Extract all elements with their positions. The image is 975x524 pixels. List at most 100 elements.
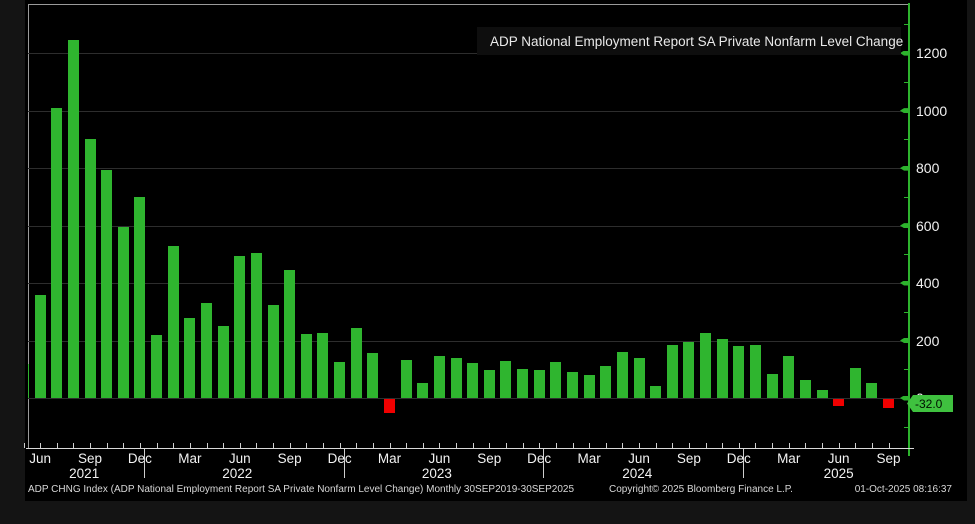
ylabel-200: 200 bbox=[916, 334, 939, 348]
xtick-2024-08 bbox=[672, 443, 673, 448]
xlabel-2024-12: Dec bbox=[727, 452, 751, 466]
legend[interactable]: ADP National Employment Report SA Privat… bbox=[477, 27, 901, 55]
xtick-2023-07 bbox=[456, 443, 457, 448]
xtick-2021-06 bbox=[40, 443, 41, 448]
xtick-2022-03 bbox=[190, 443, 191, 448]
xtick-2022-04 bbox=[207, 443, 208, 448]
bar-2023-08 bbox=[467, 363, 478, 398]
bar-2021-07 bbox=[51, 108, 62, 398]
xtick-2023-02 bbox=[373, 443, 374, 448]
xtick-2023-12 bbox=[539, 443, 540, 448]
xtick-2024-05 bbox=[622, 443, 623, 448]
xlabel-2022-09: Sep bbox=[278, 452, 302, 466]
xtick-2024-03 bbox=[589, 443, 590, 448]
bar-2023-03 bbox=[384, 399, 395, 413]
bar-2023-11 bbox=[517, 369, 528, 398]
xtick-2021-10 bbox=[107, 443, 108, 448]
bar-2022-03 bbox=[184, 318, 195, 399]
xtick-2021-09 bbox=[90, 443, 91, 448]
ylabel-400: 400 bbox=[916, 276, 939, 290]
bar-2024-07 bbox=[650, 386, 661, 398]
bar-2023-10 bbox=[500, 361, 511, 398]
bloomberg-chart-panel: 020040060080010001200 JunSepDecMarJunSep… bbox=[0, 0, 975, 524]
year-label-2022: 2022 bbox=[222, 467, 252, 481]
xtick-2022-02 bbox=[173, 443, 174, 448]
bar-2021-06 bbox=[35, 295, 46, 399]
bar-2025-06 bbox=[833, 399, 844, 406]
bar-2023-04 bbox=[401, 360, 412, 398]
xlabel-2022-06: Jun bbox=[229, 452, 251, 466]
xtick-2025-09 bbox=[889, 443, 890, 448]
y-axis bbox=[908, 3, 910, 456]
right-margin bbox=[967, 0, 975, 524]
xtick-2024-10 bbox=[706, 443, 707, 448]
bar-2023-12 bbox=[534, 370, 545, 398]
bar-2022-04 bbox=[201, 303, 212, 398]
xtick-2023-08 bbox=[473, 443, 474, 448]
xtick-2025-01 bbox=[755, 443, 756, 448]
xtick-2022-05 bbox=[223, 443, 224, 448]
xtick-2022-12 bbox=[340, 443, 341, 448]
xtick-2021-07 bbox=[57, 443, 58, 448]
ytick-minor-300 bbox=[904, 312, 909, 313]
bar-2023-01 bbox=[351, 328, 362, 398]
bar-2025-09 bbox=[883, 399, 894, 408]
xtick-2024-11 bbox=[722, 443, 723, 448]
xtick-2024-09 bbox=[689, 443, 690, 448]
xtick-2025-03 bbox=[789, 443, 790, 448]
xlabel-2023-03: Mar bbox=[378, 452, 401, 466]
bar-2022-05 bbox=[218, 326, 229, 398]
xlabel-2024-03: Mar bbox=[577, 452, 600, 466]
xtick-2023-06 bbox=[439, 443, 440, 448]
xlabel-2023-12: Dec bbox=[527, 452, 551, 466]
bar-2022-08 bbox=[268, 305, 279, 398]
bar-2024-11 bbox=[717, 339, 728, 399]
xtick-2025-07 bbox=[855, 443, 856, 448]
bar-2022-09 bbox=[284, 270, 295, 398]
bar-2024-06 bbox=[634, 358, 645, 398]
xlabel-2021-12: Dec bbox=[128, 452, 152, 466]
footer-copyright: Copyright© 2025 Bloomberg Finance L.P. bbox=[609, 484, 793, 496]
footer-timestamp: 01-Oct-2025 08:16:37 bbox=[855, 484, 952, 496]
xtick-2025-05 bbox=[822, 443, 823, 448]
ytick-minor-100 bbox=[904, 369, 909, 370]
footer-ticker-description: ADP CHNG Index (ADP National Employment … bbox=[28, 484, 574, 496]
xtick-2022-01 bbox=[157, 443, 158, 448]
xtick-2024-12 bbox=[739, 443, 740, 448]
xtick-2024-04 bbox=[606, 443, 607, 448]
bar-2024-01 bbox=[550, 362, 561, 398]
bar-2022-12 bbox=[334, 362, 345, 398]
bar-2023-05 bbox=[417, 383, 428, 398]
xlabel-2023-06: Jun bbox=[429, 452, 451, 466]
year-label-2021: 2021 bbox=[69, 467, 99, 481]
bar-2022-02 bbox=[168, 246, 179, 398]
bar-2023-07 bbox=[451, 358, 462, 398]
bar-2025-04 bbox=[800, 380, 811, 398]
bar-2023-06 bbox=[434, 356, 445, 398]
xlabel-2022-12: Dec bbox=[328, 452, 352, 466]
ytick-minor-1300 bbox=[904, 24, 909, 25]
xlabel-2023-09: Sep bbox=[477, 452, 501, 466]
xtick-2023-04 bbox=[406, 443, 407, 448]
bar-2022-07 bbox=[251, 253, 262, 398]
plot-area[interactable] bbox=[28, 0, 909, 448]
year-label-2024: 2024 bbox=[622, 467, 652, 481]
footer-bar: ADP CHNG Index (ADP National Employment … bbox=[0, 484, 975, 498]
xtick-2025-04 bbox=[805, 443, 806, 448]
bar-2021-11 bbox=[118, 227, 129, 398]
xtick-2022-08 bbox=[273, 443, 274, 448]
bar-2025-02 bbox=[767, 374, 778, 398]
bar-2024-10 bbox=[700, 333, 711, 398]
xtick-2024-06 bbox=[639, 443, 640, 448]
xtick-2023-03 bbox=[390, 443, 391, 448]
bar-2023-09 bbox=[484, 370, 495, 398]
xlabel-2022-03: Mar bbox=[178, 452, 201, 466]
xtick-2021-08 bbox=[73, 443, 74, 448]
bar-2024-04 bbox=[600, 366, 611, 398]
bar-2024-09 bbox=[683, 342, 694, 398]
xlabel-2021-09: Sep bbox=[78, 452, 102, 466]
xtick-2025-02 bbox=[772, 443, 773, 448]
xtick-2024-02 bbox=[573, 443, 574, 448]
year-label-2025: 2025 bbox=[824, 467, 854, 481]
ylabel-600: 600 bbox=[916, 219, 939, 233]
